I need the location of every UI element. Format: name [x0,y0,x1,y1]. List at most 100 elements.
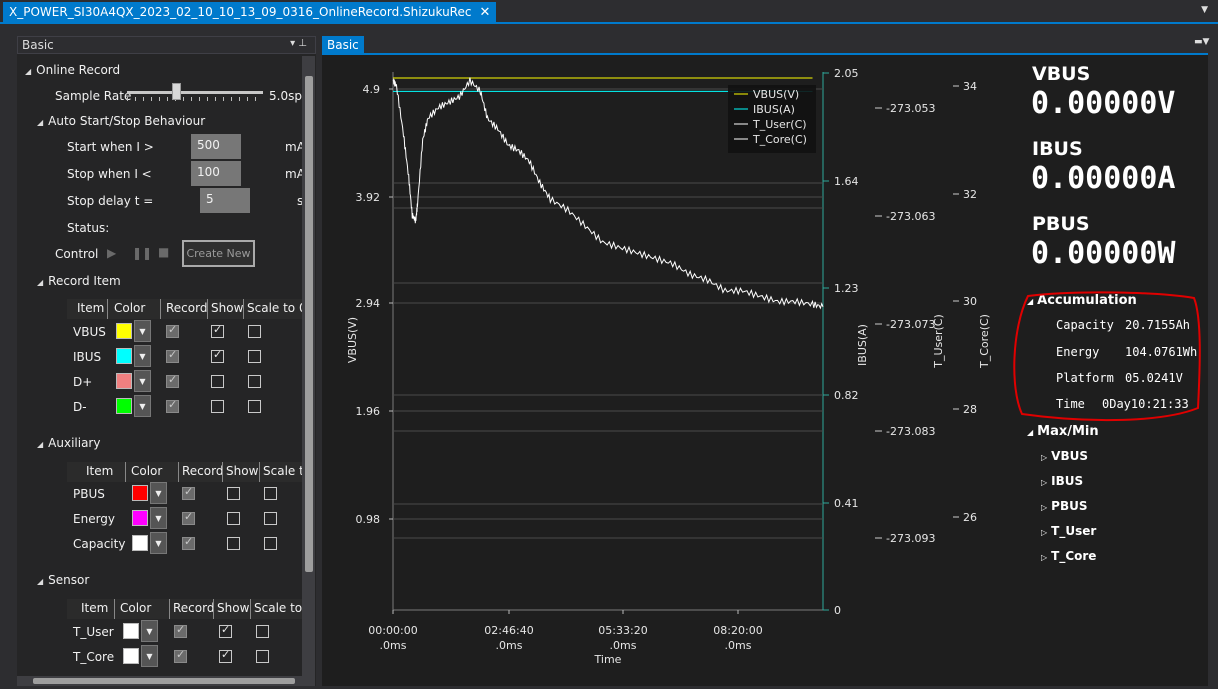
show-checkbox[interactable] [227,537,240,550]
record-checkbox[interactable]: ✓ [174,623,187,638]
sensor-grid-header: Item Color Record Show Scale to [67,599,302,619]
show-checkbox[interactable]: ✓ [219,648,232,663]
scale-checkbox[interactable] [248,375,261,388]
scale-checkbox[interactable] [264,537,277,550]
sample-rate-label: Sample Rate [55,89,132,103]
vertical-scrollbar[interactable] [302,56,315,686]
chart-menu-icon[interactable]: ▬▼ [1194,37,1209,47]
show-checkbox[interactable] [211,400,224,413]
color-swatch[interactable] [116,398,132,414]
t-user-tick-label: -273.083 [886,425,935,438]
show-checkbox[interactable] [227,512,240,525]
show-checkbox[interactable]: ✓ [211,323,224,338]
legend-item: T_User(C) [752,118,807,131]
show-checkbox[interactable]: ✓ [211,348,224,363]
show-checkbox[interactable] [227,487,240,500]
legend-item: T_Core(C) [752,133,807,146]
t-user-tick-label: -273.063 [886,210,935,223]
color-swatch[interactable] [123,623,139,639]
scale-checkbox[interactable] [264,512,277,525]
color-swatch[interactable] [132,535,148,551]
create-new-button[interactable]: Create New [182,240,255,267]
color-dropdown-icon[interactable]: ▼ [150,507,167,529]
color-dropdown-icon[interactable]: ▼ [134,320,151,342]
t-core-tick-label: 32 [963,188,977,201]
horizontal-scrollbar[interactable] [17,676,302,686]
document-tab[interactable]: X_POWER_SI30A4QX_2023_02_10_10_13_09_031… [3,2,497,22]
record-checkbox[interactable]: ✓ [166,373,179,388]
maxmin-item-ibus[interactable]: ▷ IBUS [1041,474,1083,488]
show-checkbox[interactable] [211,375,224,388]
sample-rate-slider-track[interactable] [127,91,263,94]
record-checkbox[interactable]: ✓ [182,485,195,500]
scale-checkbox[interactable] [248,325,261,338]
scale-checkbox[interactable] [256,650,269,663]
scale-checkbox[interactable] [248,400,261,413]
row-label: D- [73,400,87,414]
record-checkbox[interactable]: ✓ [166,323,179,338]
legend-item: IBUS(A) [753,103,795,116]
start-when-label: Start when I > [67,140,154,154]
record-checkbox[interactable]: ✓ [174,648,187,663]
color-swatch[interactable] [116,323,132,339]
collapse-icon: ◢ [37,118,44,127]
section-auto-start-stop[interactable]: ◢ Auto Start/Stop Behaviour [37,114,205,128]
color-swatch[interactable] [116,373,132,389]
maxmin-item-t-core[interactable]: ▷ T_Core [1041,549,1096,563]
section-auxiliary[interactable]: ◢ Auxiliary [37,436,100,450]
maxmin-item-pbus[interactable]: ▷ PBUS [1041,499,1087,513]
col-color: Color [131,464,163,478]
maxmin-item-t-user[interactable]: ▷ T_User [1041,524,1096,538]
scroll-thumb[interactable] [33,678,295,684]
record-checkbox[interactable]: ✓ [182,535,195,550]
ibus-tick-label: 1.64 [834,175,859,188]
chart-tab[interactable]: Basic [322,36,364,54]
scroll-thumb[interactable] [305,76,313,572]
color-dropdown-icon[interactable]: ▼ [150,532,167,554]
document-tab-title: X_POWER_SI30A4QX_2023_02_10_10_13_09_031… [9,5,472,19]
play-icon[interactable]: ▶ [107,246,116,260]
sample-rate-slider-thumb[interactable] [172,83,181,100]
color-swatch[interactable] [132,510,148,526]
color-dropdown-icon[interactable]: ▼ [134,345,151,367]
maxmin-header[interactable]: ◢ Max/Min [1027,424,1099,439]
record-checkbox[interactable]: ✓ [166,398,179,413]
scale-checkbox[interactable] [256,625,269,638]
stop-delay-input[interactable]: 5 [200,188,250,213]
color-dropdown-icon[interactable]: ▼ [141,645,158,667]
color-swatch[interactable] [132,485,148,501]
start-threshold-input[interactable]: 500 [191,134,241,159]
x-tick-label: 05:33:20 [598,624,647,637]
vbus-label: VBUS [1032,63,1091,85]
vbus-tick-label: 1.96 [356,405,381,418]
pause-icon[interactable]: ❚❚ [132,246,152,260]
scale-checkbox[interactable] [264,487,277,500]
color-dropdown-icon[interactable]: ▼ [134,370,151,392]
color-swatch[interactable] [116,348,132,364]
color-dropdown-icon[interactable]: ▼ [150,482,167,504]
collapse-icon: ◢ [37,278,44,287]
record-checkbox[interactable]: ✓ [166,348,179,363]
color-dropdown-icon[interactable]: ▼ [141,620,158,642]
stop-threshold-input[interactable]: 100 [191,161,241,186]
maxmin-item-vbus[interactable]: ▷ VBUS [1041,449,1088,463]
color-swatch[interactable] [123,648,139,664]
stop-icon[interactable]: ■ [158,245,169,259]
scale-checkbox[interactable] [248,350,261,363]
section-online-record[interactable]: ◢ Online Record [25,63,120,77]
color-dropdown-icon[interactable]: ▼ [134,395,151,417]
ibus-tick-label: 0.82 [834,389,859,402]
show-checkbox[interactable]: ✓ [219,623,232,638]
t-user-tick-label: -273.093 [886,532,935,545]
tab-underline [0,22,1218,24]
section-sensor[interactable]: ◢ Sensor [37,573,89,587]
close-icon[interactable]: ✕ [479,5,490,20]
x-tick-sublabel: .0ms [610,639,637,652]
col-separator [243,299,244,319]
record-checkbox[interactable]: ✓ [182,510,195,525]
col-item: Item [81,601,109,615]
col-record: Record [182,464,224,478]
section-record-item[interactable]: ◢ Record Item [37,274,121,288]
tab-menu-icon[interactable]: ▼ [1201,5,1208,15]
pin-icon[interactable]: ▾ ⊥ [290,38,307,49]
